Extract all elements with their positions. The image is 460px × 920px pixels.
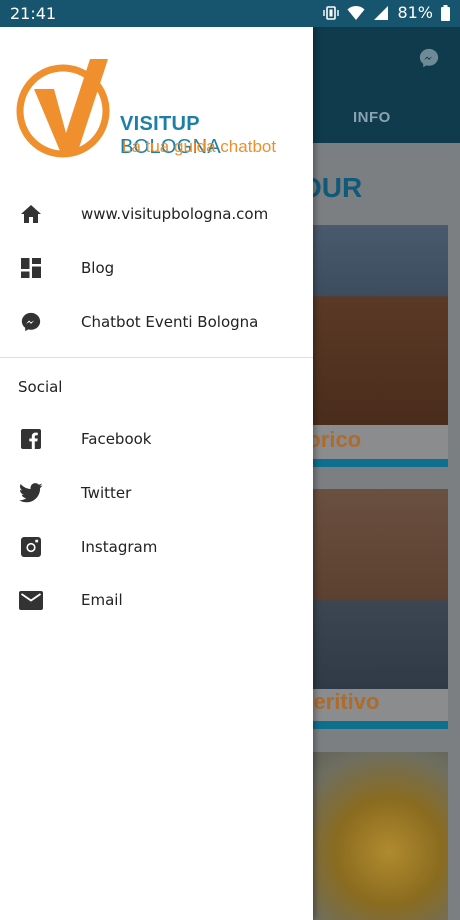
- home-icon: [19, 202, 43, 226]
- status-bar: 21:41 81%: [0, 0, 460, 27]
- tour-card[interactable]: torico: [300, 225, 448, 467]
- menu-item-instagram[interactable]: Instagram: [0, 520, 313, 574]
- email-icon: [19, 588, 43, 612]
- battery-icon: [441, 4, 450, 21]
- brand-header: VISITUP BOLOGNA La tua guida chatbot: [16, 55, 306, 160]
- menu-item-label: Blog: [81, 259, 115, 277]
- tour-card[interactable]: peritivo: [300, 489, 448, 729]
- menu-item-chatbot[interactable]: Chatbot Eventi Bologna: [0, 295, 313, 349]
- navigation-drawer: VISITUP BOLOGNA La tua guida chatbot www…: [0, 27, 313, 920]
- visitup-logo-icon: [16, 55, 116, 165]
- wifi-icon: [347, 5, 365, 21]
- signal-icon: [373, 5, 389, 21]
- menu-item-website[interactable]: www.visitupbologna.com: [0, 187, 313, 241]
- card-image: [300, 225, 448, 425]
- tab-info[interactable]: INFO: [353, 109, 391, 126]
- brand-tagline: La tua guida chatbot: [122, 137, 277, 156]
- social-section-label: Social: [18, 378, 63, 396]
- menu-item-label: Facebook: [81, 430, 152, 448]
- menu-item-label: Email: [81, 591, 123, 609]
- card-image: [300, 489, 448, 689]
- menu-item-label: www.visitupbologna.com: [81, 205, 269, 223]
- messenger-icon: [19, 310, 43, 334]
- menu-item-label: Twitter: [81, 484, 132, 502]
- card-image: [300, 752, 448, 920]
- menu-item-blog[interactable]: Blog: [0, 241, 313, 295]
- status-icons: 81%: [323, 3, 450, 22]
- vibrate-icon: [323, 5, 340, 21]
- facebook-icon: [19, 427, 43, 451]
- divider: [0, 357, 313, 358]
- menu-item-label: Chatbot Eventi Bologna: [81, 313, 259, 331]
- messenger-icon: [418, 47, 440, 74]
- menu-item-twitter[interactable]: Twitter: [0, 466, 313, 520]
- menu-item-facebook[interactable]: Facebook: [0, 412, 313, 466]
- battery-percent: 81%: [397, 3, 433, 22]
- menu-item-label: Instagram: [81, 538, 158, 556]
- status-time: 21:41: [10, 4, 57, 23]
- dashboard-icon: [19, 256, 43, 280]
- twitter-icon: [19, 481, 43, 505]
- tour-card[interactable]: [300, 752, 448, 920]
- instagram-icon: [19, 535, 43, 559]
- menu-item-email[interactable]: Email: [0, 573, 313, 627]
